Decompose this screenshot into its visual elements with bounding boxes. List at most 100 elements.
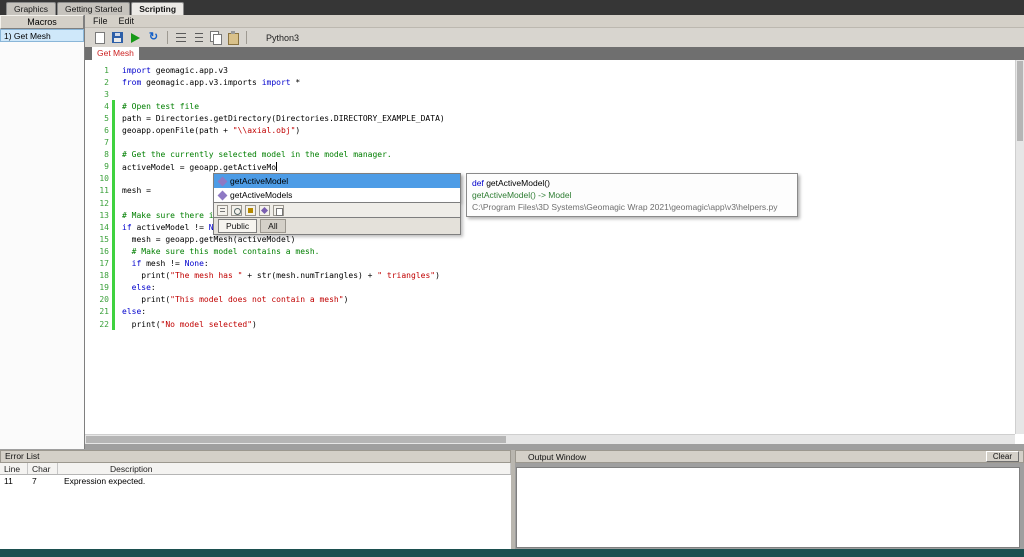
new-script-icon[interactable] [95, 32, 105, 44]
error-list-panel: Error List LineCharDescription 117Expres… [0, 450, 511, 549]
code-token: print( [122, 295, 170, 304]
gear-icon[interactable] [231, 205, 242, 216]
line-number: 21 [85, 307, 109, 316]
member-icon[interactable] [259, 205, 270, 216]
line-number: 3 [85, 90, 109, 99]
code-text: import geomagic.app.v3 [122, 66, 228, 75]
code-token: print( [122, 271, 170, 280]
change-bar [112, 137, 115, 149]
filter-public[interactable]: Public [218, 219, 257, 233]
menu-bar: File Edit [85, 15, 1024, 28]
paste-icon[interactable] [226, 31, 239, 44]
code-text: if mesh != None: [122, 259, 209, 268]
toolbar: Python3 [85, 28, 1024, 47]
def-keyword: def [472, 178, 484, 188]
code-line: 21 else: [85, 306, 1015, 318]
clear-button[interactable]: Clear [986, 451, 1019, 462]
error-col-description[interactable]: Description [58, 463, 511, 474]
change-bar [112, 173, 115, 185]
code-line: 3 [85, 88, 1015, 100]
error-list-rows: 117Expression expected. [0, 475, 511, 488]
code-line: 19 else: [85, 282, 1015, 294]
completion-toolbar [213, 203, 461, 218]
line-number: 12 [85, 199, 109, 208]
code-text: else: [122, 307, 146, 316]
change-bar [112, 306, 115, 318]
code-line: 5path = Directories.getDirectory(Directo… [85, 112, 1015, 124]
line-number: 16 [85, 247, 109, 256]
code-editor[interactable]: 1import geomagic.app.v32from geomagic.ap… [85, 60, 1024, 444]
menu-edit[interactable]: Edit [119, 16, 135, 26]
change-bar [112, 161, 115, 173]
line-number: 20 [85, 295, 109, 304]
code-token: ) [344, 295, 349, 304]
change-bar [112, 282, 115, 294]
change-bar [112, 197, 115, 209]
save-icon[interactable] [112, 32, 123, 43]
text-caret [276, 162, 277, 171]
code-text: # Open test file [122, 102, 199, 111]
code-line: 6geoapp.openFile(path + "\\axial.obj") [85, 124, 1015, 136]
code-token: : [204, 259, 209, 268]
docs-icon[interactable] [273, 205, 284, 216]
error-row[interactable]: 117Expression expected. [0, 475, 511, 488]
change-bar [112, 209, 115, 221]
output-window-content[interactable] [516, 467, 1020, 548]
code-token: else [132, 283, 151, 292]
code-token: geomagic.app.v3.imports [141, 78, 261, 87]
source-path-line: C:\Program Files\3D Systems\Geomagic Wra… [472, 201, 792, 213]
run-icon[interactable] [131, 33, 140, 43]
change-bar [112, 221, 115, 233]
code-token: mesh = [122, 186, 156, 195]
interpreter-label[interactable]: Python3 [260, 32, 305, 44]
error-list-header: LineCharDescription [0, 463, 511, 475]
code-token [122, 259, 132, 268]
line-number: 18 [85, 271, 109, 280]
code-token: None [185, 259, 204, 268]
code-line: 9activeModel = geoapp.getActiveMo [85, 161, 1015, 173]
error-col-char[interactable]: Char [28, 463, 58, 474]
code-text: geoapp.openFile(path + "\\axial.obj") [122, 126, 300, 135]
code-text: print("No model selected") [122, 320, 257, 329]
workspace-tab-graphics[interactable]: Graphics [6, 2, 56, 15]
snippet-icon[interactable] [245, 205, 256, 216]
code-token: # Get the currently selected model in th… [122, 150, 392, 159]
workspace-tab-scripting[interactable]: Scripting [131, 2, 184, 15]
copy-icon[interactable] [209, 31, 222, 44]
vertical-scroll-thumb[interactable] [1017, 61, 1023, 141]
autocomplete-popup: getActiveModel getActiveModels PublicAll [213, 173, 461, 235]
error-col-line[interactable]: Line [0, 463, 28, 474]
indent-icon[interactable] [175, 31, 188, 44]
menu-file[interactable]: File [93, 16, 108, 26]
vertical-scrollbar[interactable] [1015, 60, 1024, 434]
signature-tooltip: def getActiveModel() getActiveModel() ->… [466, 173, 798, 217]
completion-item-getactivemodels[interactable]: getActiveModels [214, 188, 460, 202]
completion-item-getactivemodel[interactable]: getActiveModel [214, 174, 460, 188]
output-window-panel: Output Window Clear [515, 450, 1024, 549]
completion-label: getActiveModel [230, 176, 288, 186]
code-token: mesh = geoapp.getMesh(activeModel) [122, 235, 295, 244]
code-line: 16 # Make sure this model contains a mes… [85, 245, 1015, 257]
line-number: 15 [85, 235, 109, 244]
horizontal-scrollbar[interactable] [85, 434, 1015, 444]
return-type-line: getActiveModel() -> Model [472, 189, 792, 201]
editor-tab-get-mesh[interactable]: Get Mesh [92, 47, 139, 60]
change-bar [112, 88, 115, 100]
line-number: 1 [85, 66, 109, 75]
code-token: "\\axial.obj" [233, 126, 296, 135]
completion-list: getActiveModel getActiveModels [213, 173, 461, 203]
macros-panel: Macros 1) Get Mesh [0, 15, 85, 449]
macros-header[interactable]: Macros [0, 15, 84, 29]
code-token: activeModel = geoapp.getActiveMo [122, 163, 276, 172]
view-icon[interactable] [217, 205, 228, 216]
restart-icon[interactable] [147, 31, 160, 44]
code-token: : [141, 307, 146, 316]
filter-all[interactable]: All [260, 219, 285, 233]
horizontal-scroll-thumb[interactable] [86, 436, 506, 443]
change-bar [112, 64, 115, 76]
macro-item-1-get-mesh[interactable]: 1) Get Mesh [0, 29, 84, 42]
error-list-title: Error List [0, 450, 511, 463]
change-bar [112, 100, 115, 112]
outdent-icon[interactable] [192, 31, 205, 44]
workspace-tab-getting-started[interactable]: Getting Started [57, 2, 130, 15]
